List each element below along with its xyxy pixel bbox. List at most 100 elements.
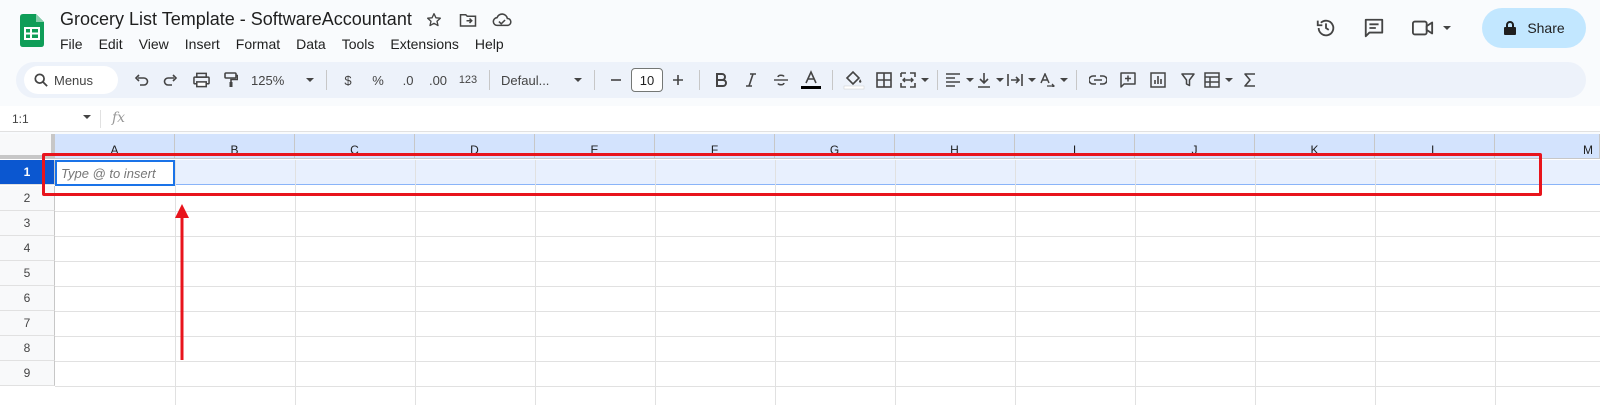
grid-line [1375, 160, 1376, 405]
grid-line [55, 211, 1600, 212]
share-label: Share [1527, 20, 1565, 36]
menu-help[interactable]: Help [467, 34, 512, 54]
increase-font-size-button[interactable] [664, 66, 692, 94]
bold-icon [716, 73, 727, 87]
formula-bar-divider [100, 110, 101, 128]
text-color-button[interactable] [797, 66, 825, 94]
fx-icon: fx [112, 110, 126, 126]
right-actions: Share [1306, 8, 1600, 48]
horizontal-align-button[interactable] [945, 66, 975, 94]
grid-line [415, 160, 416, 405]
number-format-button[interactable]: 123 [454, 66, 482, 94]
menus-search[interactable]: Menus [24, 66, 118, 94]
grid-line [775, 160, 776, 405]
chevron-down-icon [1443, 26, 1451, 30]
undo-button[interactable] [127, 66, 155, 94]
lock-icon [1504, 21, 1517, 35]
paint-format-button[interactable] [217, 66, 245, 94]
grid-line [1495, 160, 1496, 405]
grid-line [55, 336, 1600, 337]
menus-search-label: Menus [54, 72, 94, 88]
version-history-button[interactable] [1306, 8, 1346, 48]
menu-insert[interactable]: Insert [177, 34, 228, 54]
strikethrough-button[interactable] [767, 66, 795, 94]
fill-color-button[interactable] [840, 66, 868, 94]
name-box[interactable]: 1:1 [12, 112, 29, 126]
filter-icon [1181, 73, 1195, 87]
zoom-select[interactable]: 125% [247, 66, 319, 94]
minus-icon [611, 79, 621, 81]
chevron-down-icon[interactable] [82, 112, 92, 122]
decrease-decimal-button[interactable]: .0 [394, 66, 422, 94]
text-color-icon [801, 70, 821, 89]
menu-file[interactable]: File [52, 34, 91, 54]
chevron-down-icon [966, 78, 974, 82]
fill-color-icon [843, 70, 865, 90]
chevron-down-icon [1028, 78, 1036, 82]
move-to-folder-icon[interactable] [458, 10, 478, 30]
font-family-select[interactable]: Defaul... [497, 66, 587, 94]
menu-format[interactable]: Format [228, 34, 288, 54]
merge-cells-button[interactable] [900, 66, 930, 94]
grid-line [55, 236, 1600, 237]
text-wrapping-button[interactable] [1007, 66, 1037, 94]
filter-views-button[interactable] [1204, 66, 1234, 94]
functions-button[interactable] [1236, 66, 1264, 94]
menu-edit[interactable]: Edit [91, 34, 131, 54]
sheets-logo-icon[interactable] [20, 14, 44, 47]
row-header-7[interactable]: 7 [0, 311, 55, 336]
insert-comment-button[interactable] [1114, 66, 1142, 94]
share-button[interactable]: Share [1482, 8, 1586, 48]
vertical-align-button[interactable] [977, 66, 1005, 94]
strikethrough-icon [774, 74, 788, 86]
menu-tools[interactable]: Tools [334, 34, 383, 54]
grid-line [1255, 160, 1256, 405]
grid-line [55, 361, 1600, 362]
redo-button[interactable] [157, 66, 185, 94]
redo-icon [163, 74, 178, 86]
comment-icon [1364, 18, 1384, 38]
add-comment-icon [1120, 72, 1136, 88]
filter-button[interactable] [1174, 66, 1202, 94]
borders-button[interactable] [870, 66, 898, 94]
menu-view[interactable]: View [131, 34, 177, 54]
row-header-8[interactable]: 8 [0, 336, 55, 361]
cloud-status-icon[interactable] [492, 10, 512, 30]
print-icon [192, 72, 210, 88]
italic-button[interactable] [737, 66, 765, 94]
grid-line [655, 160, 656, 405]
insert-chart-button[interactable] [1144, 66, 1172, 94]
print-button[interactable] [187, 66, 215, 94]
history-icon [1316, 19, 1335, 37]
toolbar-divider [594, 70, 595, 90]
chevron-down-icon [306, 78, 314, 82]
row-header-4[interactable]: 4 [0, 236, 55, 261]
search-icon [34, 73, 48, 87]
toolbar: Menus 125% $ % .0 .00 123 Defaul... 10 [16, 62, 1586, 98]
chevron-down-icon [574, 78, 582, 82]
toolbar-divider [937, 70, 938, 90]
insert-link-button[interactable] [1084, 66, 1112, 94]
menu-data[interactable]: Data [288, 34, 334, 54]
title-bar: Grocery List Template - SoftwareAccounta… [0, 0, 1600, 60]
row-header-6[interactable]: 6 [0, 286, 55, 311]
meet-button[interactable] [1402, 8, 1462, 48]
paint-format-icon [224, 72, 238, 87]
decrease-font-size-button[interactable] [602, 66, 630, 94]
comments-button[interactable] [1354, 8, 1394, 48]
text-rotation-button[interactable] [1039, 66, 1069, 94]
row-header-9[interactable]: 9 [0, 361, 55, 386]
star-icon[interactable] [424, 10, 444, 30]
bold-button[interactable] [707, 66, 735, 94]
row-header-5[interactable]: 5 [0, 261, 55, 286]
document-title[interactable]: Grocery List Template - SoftwareAccounta… [60, 9, 412, 30]
grid-line [55, 261, 1600, 262]
row-header-3[interactable]: 3 [0, 211, 55, 236]
menu-bar: File Edit View Insert Format Data Tools … [52, 34, 512, 54]
font-size-input[interactable]: 10 [631, 68, 663, 92]
currency-format-button[interactable]: $ [334, 66, 362, 94]
increase-decimal-button[interactable]: .00 [424, 66, 452, 94]
menu-extensions[interactable]: Extensions [382, 34, 466, 54]
undo-icon [134, 74, 149, 86]
percent-format-button[interactable]: % [364, 66, 392, 94]
